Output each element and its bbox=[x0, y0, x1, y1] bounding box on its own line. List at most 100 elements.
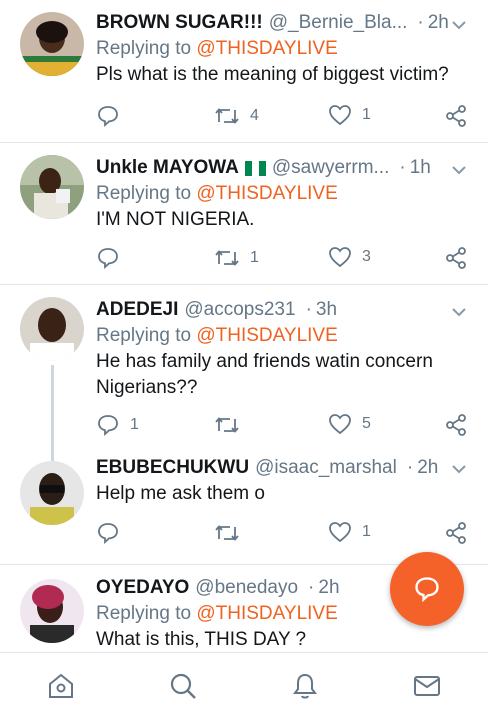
retweet-button[interactable]: 4 bbox=[214, 104, 259, 128]
separator-dot: · bbox=[406, 457, 414, 478]
retweet-button[interactable] bbox=[214, 521, 240, 545]
chevron-down-icon[interactable] bbox=[450, 460, 468, 478]
compose-reply-icon bbox=[415, 577, 439, 603]
heart-icon bbox=[329, 414, 351, 435]
tweet[interactable]: ADEDEJI @accops231 · 3h Replying to @THI… bbox=[0, 285, 488, 455]
tweet-text: I'M NOT NIGERIA. bbox=[96, 209, 255, 230]
mention-link[interactable]: @THISDAYLIVE bbox=[196, 183, 337, 204]
search-icon bbox=[170, 673, 196, 699]
nav-home[interactable] bbox=[44, 669, 78, 703]
tweet[interactable]: BROWN SUGAR!!! @_Bernie_Bla... · 2h Repl… bbox=[0, 0, 488, 143]
replying-to: Replying to @THISDAYLIVE bbox=[96, 323, 468, 349]
replying-to-label: Replying to bbox=[96, 38, 192, 59]
reply-count: 1 bbox=[130, 416, 139, 433]
replying-to: Replying to @THISDAYLIVE bbox=[96, 181, 468, 207]
display-name[interactable]: ADEDEJI bbox=[96, 297, 178, 323]
reply-icon bbox=[98, 415, 118, 437]
timestamp: 2h bbox=[417, 457, 439, 478]
retweet-icon bbox=[215, 417, 239, 433]
thread-line bbox=[51, 365, 54, 455]
nav-search[interactable] bbox=[166, 669, 200, 703]
heart-icon bbox=[329, 247, 351, 268]
share-icon bbox=[446, 105, 466, 127]
chevron-down-icon[interactable] bbox=[450, 303, 468, 321]
user-handle[interactable]: @benedayo bbox=[195, 575, 298, 601]
timestamp: 1h bbox=[409, 157, 431, 178]
share-icon bbox=[446, 414, 466, 436]
tweet[interactable]: EBUBECHUKWU @isaac_marshal · 2h Help me … bbox=[0, 455, 488, 565]
display-name[interactable]: EBUBECHUKWU bbox=[96, 455, 249, 481]
avatar[interactable] bbox=[20, 12, 84, 76]
heart-icon bbox=[329, 105, 351, 126]
reply-icon bbox=[98, 106, 118, 128]
retweet-icon bbox=[215, 525, 239, 541]
reply-icon bbox=[98, 248, 118, 270]
retweet-button[interactable] bbox=[214, 413, 240, 437]
like-button[interactable]: 5 bbox=[328, 413, 371, 435]
timestamp: 2h bbox=[427, 12, 449, 33]
bottom-nav bbox=[0, 652, 488, 720]
replying-to-label: Replying to bbox=[96, 183, 192, 204]
like-button[interactable]: 1 bbox=[328, 521, 371, 543]
user-handle[interactable]: @_Bernie_Bla... bbox=[269, 10, 408, 36]
heart-icon bbox=[329, 522, 351, 543]
share-icon bbox=[446, 522, 466, 544]
share-button[interactable] bbox=[444, 246, 468, 270]
reply-button[interactable] bbox=[96, 521, 120, 545]
display-name[interactable]: OYEDAYO bbox=[96, 575, 189, 601]
replying-to-label: Replying to bbox=[96, 603, 192, 624]
home-icon bbox=[49, 673, 73, 698]
user-handle[interactable]: @sawyerrm... bbox=[272, 155, 389, 181]
timestamp: 3h bbox=[315, 299, 338, 320]
retweet-icon bbox=[215, 250, 239, 266]
retweet-count: 4 bbox=[250, 107, 259, 124]
tweet-text: What is this, THIS DAY ? bbox=[96, 629, 307, 650]
reply-icon bbox=[98, 523, 118, 545]
tweet-text: He has family and friends watin concern … bbox=[96, 351, 433, 398]
like-count: 1 bbox=[362, 106, 371, 123]
share-button[interactable] bbox=[444, 104, 468, 128]
share-button[interactable] bbox=[444, 521, 468, 545]
share-button[interactable] bbox=[444, 413, 468, 437]
user-handle[interactable]: @accops231 bbox=[184, 297, 295, 323]
tweet-text: Pls what is the meaning of biggest victi… bbox=[96, 64, 449, 85]
nav-notifications[interactable] bbox=[288, 669, 322, 703]
like-count: 5 bbox=[362, 415, 371, 432]
like-count: 3 bbox=[362, 248, 371, 265]
replying-to-label: Replying to bbox=[96, 325, 192, 346]
separator-dot: · bbox=[417, 12, 424, 33]
mention-link[interactable]: @THISDAYLIVE bbox=[196, 325, 337, 346]
avatar[interactable] bbox=[20, 297, 84, 361]
chevron-down-icon[interactable] bbox=[450, 161, 468, 179]
nav-messages[interactable] bbox=[410, 669, 444, 703]
like-button[interactable]: 1 bbox=[328, 104, 371, 126]
display-name[interactable]: Unkle MAYOWA bbox=[96, 155, 239, 181]
reply-button[interactable] bbox=[96, 104, 120, 128]
like-button[interactable]: 3 bbox=[328, 246, 371, 268]
mention-link[interactable]: @THISDAYLIVE bbox=[196, 38, 337, 59]
notifications-icon bbox=[293, 673, 317, 699]
separator-dot: · bbox=[399, 157, 406, 178]
avatar[interactable] bbox=[20, 461, 84, 525]
share-icon bbox=[446, 247, 466, 269]
retweet-count: 1 bbox=[250, 249, 259, 266]
tweet[interactable]: Unkle MAYOWA @sawyerrm... · 1h Replying … bbox=[0, 143, 488, 285]
avatar[interactable] bbox=[20, 579, 84, 643]
like-count: 1 bbox=[362, 523, 371, 540]
compose-reply-button[interactable] bbox=[390, 552, 464, 626]
reply-button[interactable]: 1 bbox=[96, 413, 139, 437]
user-handle[interactable]: @isaac_marshal bbox=[255, 455, 397, 481]
retweet-button[interactable]: 1 bbox=[214, 246, 259, 270]
messages-icon bbox=[414, 676, 440, 696]
separator-dot: · bbox=[305, 299, 312, 320]
display-name[interactable]: BROWN SUGAR!!! bbox=[96, 10, 263, 36]
mention-link[interactable]: @THISDAYLIVE bbox=[196, 603, 337, 624]
avatar[interactable] bbox=[20, 155, 84, 219]
reply-button[interactable] bbox=[96, 246, 120, 270]
nigeria-flag-icon bbox=[244, 160, 266, 176]
chevron-down-icon[interactable] bbox=[450, 16, 468, 34]
tweet-text: Help me ask them o bbox=[96, 483, 265, 504]
timestamp: 2h bbox=[318, 577, 340, 598]
retweet-icon bbox=[215, 108, 239, 124]
separator-dot: · bbox=[308, 577, 315, 598]
